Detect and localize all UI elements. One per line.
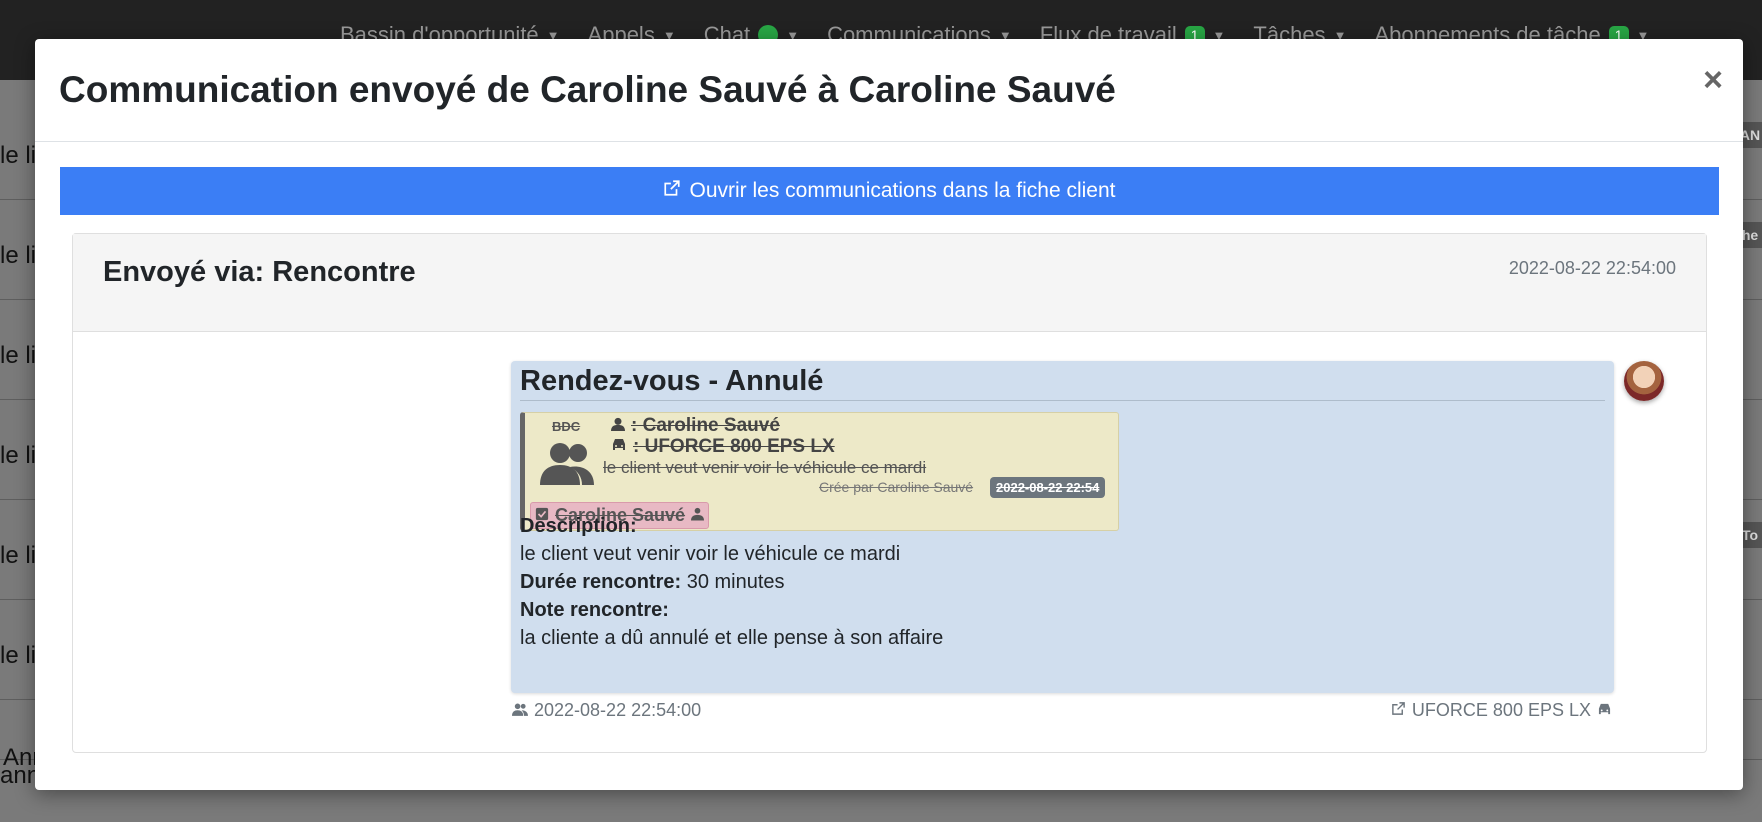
card-header: Envoyé via: Rencontre 2022-08-22 22:54:0… <box>73 234 1706 332</box>
modal-title: Communication envoyé de Caroline Sauvé à… <box>59 69 1116 110</box>
background-row-text: le li <box>0 642 37 669</box>
communication-modal: Communication envoyé de Caroline Sauvé à… <box>35 39 1743 790</box>
vehicle-link[interactable]: UFORCE 800 EPS LX <box>1391 700 1612 721</box>
card-date: 2022-08-22 22:54:00 <box>1508 258 1676 278</box>
avatar[interactable] <box>1624 361 1664 401</box>
appointment-date-badge: 2022-08-22 22:54 <box>990 477 1106 498</box>
duration-label: Durée rencontre: <box>520 571 682 593</box>
bdc-label: BDC <box>552 419 581 434</box>
note-label: Note rencontre: <box>520 599 669 621</box>
card-title: Envoyé via: Rencontre <box>103 256 416 288</box>
footer-date-text: 2022-08-22 22:54:00 <box>534 700 702 720</box>
appointment-description: le client veut venir voir le véhicule ce… <box>603 458 927 477</box>
modal-header: Communication envoyé de Caroline Sauvé à… <box>35 39 1743 142</box>
users-icon <box>512 700 528 721</box>
car-icon <box>611 436 627 458</box>
vehicle-link-label: UFORCE 800 EPS LX <box>1411 700 1591 720</box>
appointment-vehicle-name: : UFORCE 800 EPS LX <box>633 436 835 457</box>
users-group-icon <box>540 441 596 490</box>
background-row-text: le li <box>0 542 37 569</box>
duration-row: Durée rencontre: 30 minutes <box>520 571 785 594</box>
appointment-client-name: : Caroline Sauvé <box>631 415 780 436</box>
background-row-text: le li <box>0 442 37 469</box>
description-value: le client veut venir voir le véhicule ce… <box>520 543 901 565</box>
close-button[interactable]: × <box>1703 63 1723 97</box>
note-value: la cliente a dû annulé et elle pense à s… <box>520 627 944 649</box>
message-footer-date: 2022-08-22 22:54:00 <box>512 700 701 721</box>
message-bubble: Rendez-vous - Annulé BDC : Caroline Sauv… <box>511 361 1614 693</box>
appointment-creator: Crée par Caroline Sauvé <box>819 479 974 495</box>
car-icon <box>1597 700 1612 721</box>
appointment-client-line: : Caroline Sauvé <box>611 415 780 437</box>
message-title: Rendez-vous - Annulé <box>520 365 1605 401</box>
background-row-text: le li <box>0 342 37 369</box>
duration-value: 30 minutes <box>686 571 785 593</box>
description-label: Description: <box>520 515 637 537</box>
open-communications-label: Ouvrir les communications dans la fiche … <box>689 179 1116 202</box>
user-tie-icon <box>691 505 705 526</box>
open-communications-button[interactable]: Ouvrir les communications dans la fiche … <box>60 167 1719 215</box>
background-row-text: le li <box>0 142 37 169</box>
background-row-text: le li <box>0 242 37 269</box>
external-link-icon <box>663 179 681 203</box>
external-link-icon <box>1391 700 1406 721</box>
appointment-box[interactable]: BDC : Caroline Sauvé : UFORCE 800 EPS LX <box>520 412 1119 531</box>
communication-card: Envoyé via: Rencontre 2022-08-22 22:54:0… <box>72 233 1707 753</box>
user-icon <box>611 415 625 437</box>
appointment-vehicle-line: : UFORCE 800 EPS LX <box>611 436 835 458</box>
